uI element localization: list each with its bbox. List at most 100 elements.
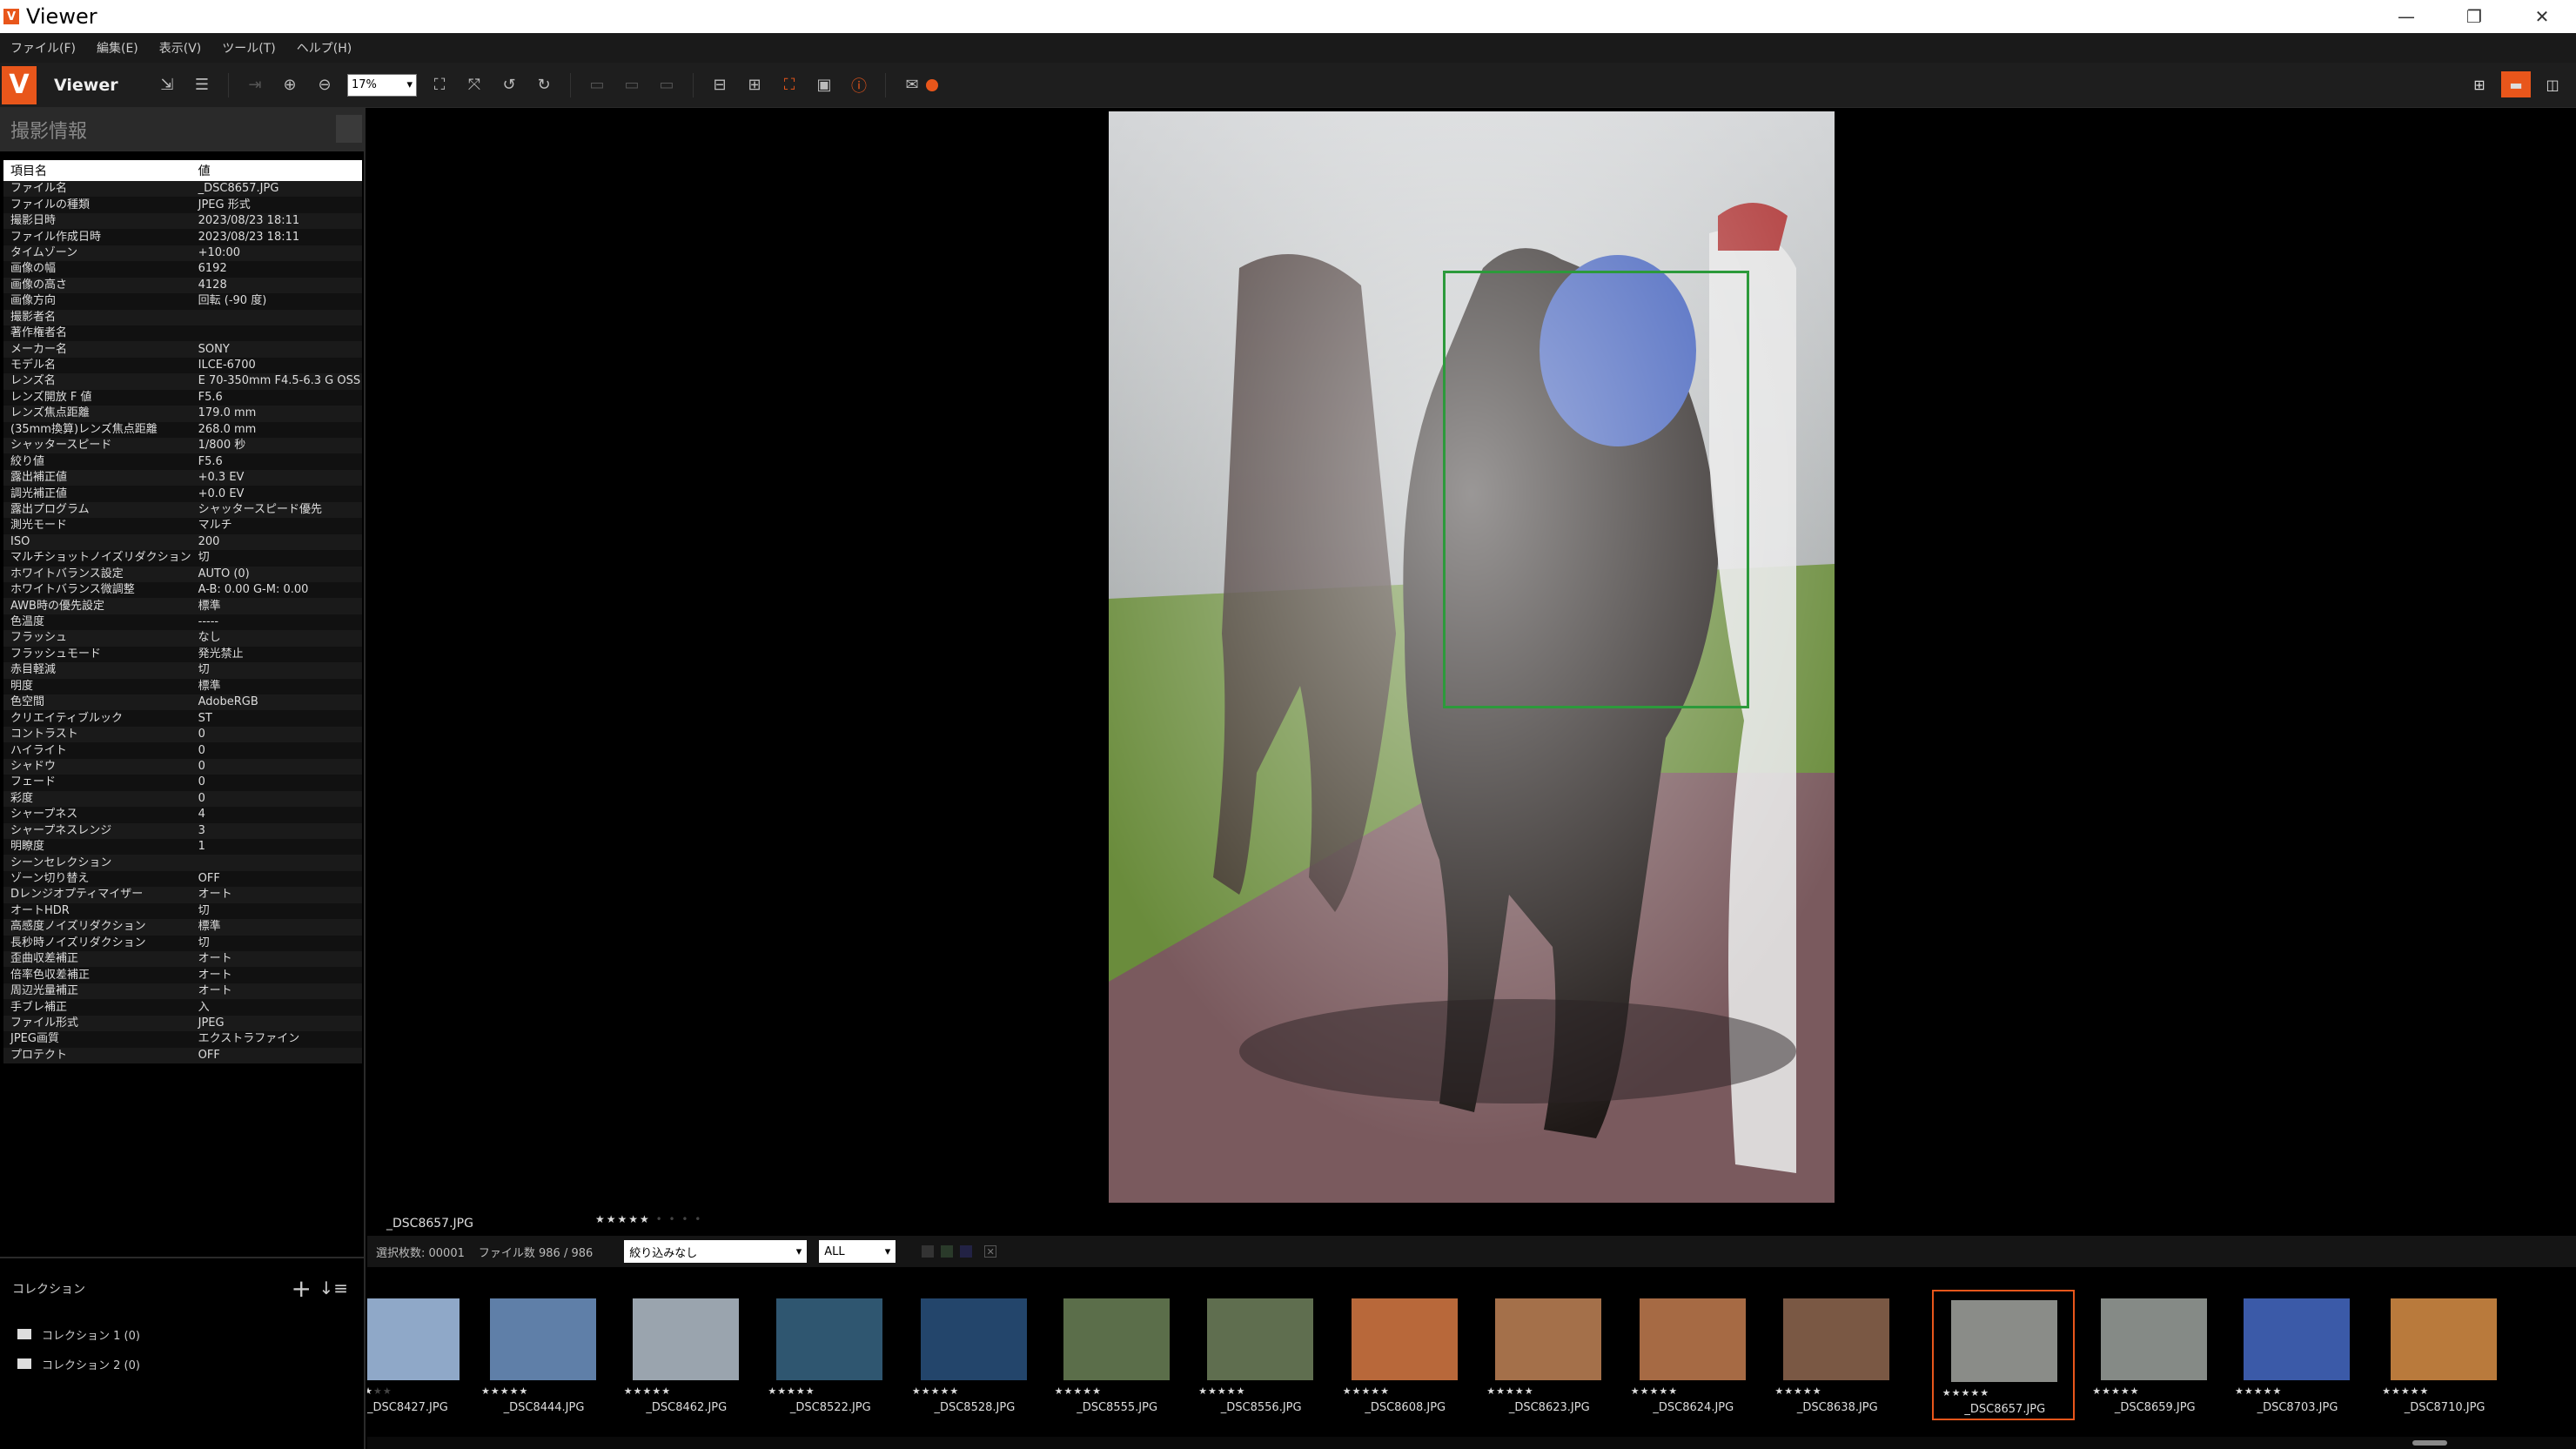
minimize-button[interactable]: — [2372, 0, 2440, 33]
thumbnail-filename: _DSC8522.JPG [789, 1401, 871, 1414]
thumbnail[interactable]: ★★★★★ _DSC8444.JPG [473, 1290, 615, 1420]
info-key: ISO [3, 533, 191, 551]
thumbnail[interactable]: ★★★★★ _DSC8608.JPG [1334, 1290, 1477, 1420]
thumbnail[interactable]: ★★★★★ _DSC8657.JPG [1931, 1290, 2075, 1420]
thumbnail-rating: ★★★★★ [1054, 1385, 1102, 1397]
split-view-icon[interactable]: ◫ [2538, 71, 2567, 97]
info-value: _DSC8657.JPG [191, 181, 362, 198]
info-value: オート [191, 967, 362, 983]
info-key: オートHDR [3, 902, 191, 920]
image-icon[interactable]: ▣ [812, 73, 836, 97]
info-key: ファイル名 [3, 181, 191, 198]
image-view[interactable]: _DSC8657.JPG ★★★★★ • • • • [367, 108, 2576, 1236]
compare-sync-icon[interactable]: ▭ [654, 73, 679, 97]
info-key: 歪曲収差補正 [3, 951, 191, 968]
zoom-in-icon[interactable]: ⊕ [278, 73, 302, 97]
fullscreen-icon[interactable]: ⛶ [777, 73, 802, 97]
info-row: JPEG画質 エクストラファイン [3, 1031, 362, 1048]
info-value: 切 [191, 662, 362, 679]
info-value: 発光禁止 [191, 646, 362, 663]
label-filter-icon[interactable] [960, 1245, 973, 1258]
thumbnail[interactable]: ★★★★★ _DSC8623.JPG [1478, 1290, 1620, 1420]
info-value: +0.0 EV [191, 486, 362, 502]
filter2-dropdown[interactable]: ALL ▾ [819, 1240, 896, 1263]
info-key: フラッシュモード [3, 646, 191, 663]
rotate-right-icon[interactable]: ↻ [532, 73, 556, 97]
thumbnail[interactable]: ★★★★★ _DSC8556.JPG [1190, 1290, 1332, 1420]
collection-item[interactable]: コレクション 1 (0) [0, 1319, 364, 1349]
menu-view[interactable]: 表示(V) [159, 39, 202, 57]
notification-badge [926, 78, 938, 91]
zoom-dropdown[interactable]: 17% ▾ [347, 73, 417, 97]
fit-icon[interactable]: ⛶ [427, 73, 452, 97]
menu-file[interactable]: ファイル(F) [10, 39, 76, 57]
viewer-view-icon[interactable]: ▬ [2501, 71, 2531, 97]
collection-panel: コレクション + ↓≡ コレクション 1 (0) コレクション 2 (0) [0, 1257, 366, 1449]
rating-stars[interactable]: ★★★★★ • • • • [595, 1213, 702, 1225]
info-key: ファイル形式 [3, 1015, 191, 1032]
thumbnail[interactable]: ★★★★★ _DSC8624.JPG [1622, 1290, 1765, 1420]
collection-item[interactable]: コレクション 2 (0) [0, 1349, 364, 1379]
edit-switch-icon[interactable]: ☰ [190, 73, 214, 97]
thumbnail-image [2101, 1298, 2208, 1380]
info-row: ハイライト 0 [3, 742, 362, 759]
thumbnail[interactable]: ★★★★★ _DSC8522.JPG [759, 1290, 902, 1420]
thumbnail[interactable]: ★★★★★ _DSC8528.JPG [903, 1290, 1046, 1420]
scrollbar-thumb[interactable] [2412, 1440, 2447, 1446]
grid-view-icon[interactable]: ⊞ [2465, 71, 2494, 97]
info-value: AUTO (0) [191, 566, 362, 582]
clear-filter-icon[interactable]: ✕ [984, 1245, 997, 1258]
thumbnail-filename: _DSC8528.JPG [934, 1401, 1016, 1414]
info-row: 色温度 ----- [3, 614, 362, 631]
filter-dropdown[interactable]: 絞り込みなし ▾ [624, 1240, 808, 1263]
toolbar: V Viewer ⇲ ☰ ⇥ ⊕ ⊖ 17% ▾ ⛶ ⤧ ↺ ↻ ▭ ▭ ▭ ⊟ … [0, 63, 2576, 108]
focus-frame [1443, 271, 1749, 708]
rotate-left-icon[interactable]: ↺ [497, 73, 521, 97]
info-icon[interactable]: ⓘ [847, 73, 871, 97]
collection-icon [17, 1358, 31, 1369]
zoom-out-icon[interactable]: ⊖ [312, 73, 337, 97]
thumbnail-image [1351, 1298, 1458, 1380]
info-row: シャープネスレンジ 3 [3, 822, 362, 839]
info-key: 赤目軽減 [3, 662, 191, 679]
thumbnail-filename: _DSC8555.JPG [1077, 1401, 1158, 1414]
panel-collapse-button[interactable] [336, 115, 362, 143]
thumbnail[interactable]: ★★★★★ _DSC8638.JPG [1766, 1290, 1909, 1420]
info-value: オート [191, 983, 362, 1000]
menu-tools[interactable]: ツール(T) [222, 39, 275, 57]
layout-icon[interactable]: ⊟ [708, 73, 732, 97]
thumbnail[interactable]: ★★★★★ _DSC8659.JPG [2083, 1290, 2226, 1420]
info-row: マルチショットノイズリダクション切 [3, 550, 362, 567]
filmstrip-scrollbar[interactable] [367, 1437, 2576, 1449]
info-value: OFF [191, 870, 362, 888]
thumbnail[interactable]: ★★★★★ _DSC8710.JPG [2373, 1290, 2516, 1420]
mail-icon[interactable]: ✉ [900, 73, 924, 97]
info-key: 絞り値 [3, 453, 191, 470]
thumbnail-filename: _DSC8638.JPG [1796, 1401, 1878, 1414]
info-row: ファイル形式 JPEG [3, 1015, 362, 1032]
menu-edit[interactable]: 編集(E) [97, 39, 138, 57]
info-row: 明度 標準 [3, 678, 362, 694]
info-value: +0.3 EV [191, 469, 362, 486]
grid-layout-icon[interactable]: ⊞ [742, 73, 767, 97]
compare-two-icon[interactable]: ▭ [620, 73, 644, 97]
label-filter-icon[interactable] [941, 1245, 954, 1258]
thumbnail[interactable]: ★★★★★ _DSC8555.JPG [1046, 1290, 1189, 1420]
thumbnail[interactable]: ★★★★★ _DSC8427.JPG [367, 1290, 479, 1420]
thumbnail[interactable]: ★★★★★ _DSC8462.JPG [615, 1290, 758, 1420]
menu-help[interactable]: ヘルプ(H) [297, 39, 352, 57]
actual-size-icon[interactable]: ⤧ [462, 73, 486, 97]
info-row: ホワイトバランス微調整 A-B: 0.00 G-M: 0.00 [3, 581, 362, 599]
export-icon[interactable]: ⇥ [243, 73, 267, 97]
thumbnail-image [1495, 1298, 1602, 1380]
info-panel: 撮影情報 項目名 値 ファイル名 _DSC8657.JPG ファイルの種類 JPEG … [0, 108, 366, 1257]
restore-button[interactable]: ❐ [2440, 0, 2508, 33]
add-collection-icon[interactable]: + [292, 1274, 312, 1303]
mode-label: Viewer [54, 75, 118, 95]
sort-icon[interactable]: ↓≡ [319, 1278, 348, 1298]
import-icon[interactable]: ⇲ [155, 73, 179, 97]
thumbnail[interactable]: ★★★★★ _DSC8703.JPG [2226, 1290, 2369, 1420]
compare-icon[interactable]: ▭ [585, 73, 609, 97]
label-filter-icon[interactable] [922, 1245, 935, 1258]
close-button[interactable]: ✕ [2508, 0, 2576, 33]
